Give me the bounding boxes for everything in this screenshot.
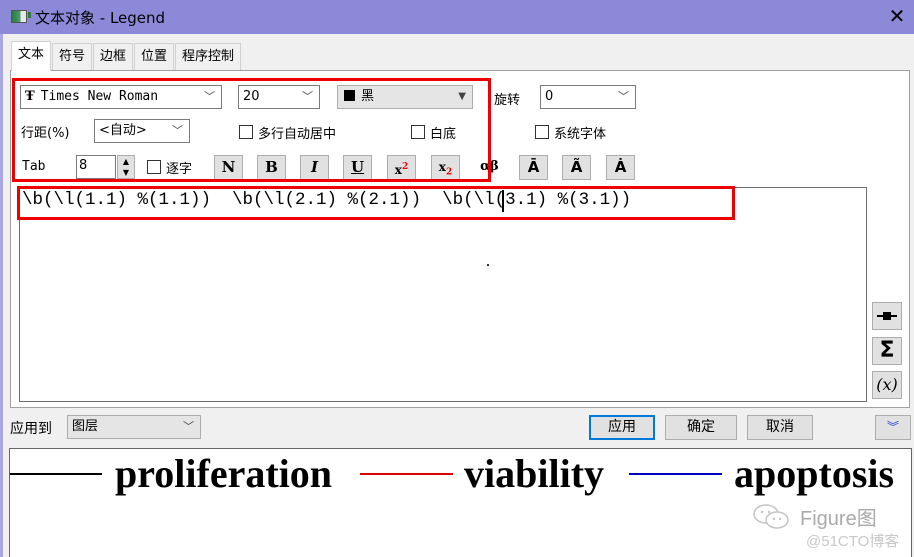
line-spacing-select[interactable]: <自动> ﹀	[94, 119, 190, 143]
window-title: 文本对象 - Legend	[35, 9, 166, 27]
close-icon[interactable]: ✕	[885, 4, 909, 28]
apply-button[interactable]: 应用	[589, 415, 655, 440]
superscript-base: x	[394, 163, 402, 177]
tab-symbol[interactable]: 符号	[52, 43, 93, 70]
text-editor[interactable]	[19, 187, 867, 402]
rotation-label: 旋转	[494, 93, 521, 108]
window-edge	[0, 34, 3, 557]
ok-button[interactable]: 确定	[665, 415, 737, 440]
insert-symbol-button[interactable]	[872, 302, 902, 330]
apply-to-select[interactable]: 图层 ﹀	[67, 415, 201, 439]
tab-size-value: 8	[79, 158, 88, 173]
tilde-accent-button[interactable]: Ã	[562, 155, 591, 180]
tab-position[interactable]: 位置	[134, 43, 175, 70]
rotation-value: 0	[545, 89, 554, 104]
color-value: 黑	[361, 89, 375, 104]
text-caret	[502, 190, 504, 212]
font-value: Times New Roman	[40, 89, 159, 104]
legend-symbol-icon	[877, 309, 897, 323]
legend-line-apoptosis	[629, 473, 722, 475]
per-char-label: 逐字	[166, 162, 193, 177]
apply-to-value: 图层	[72, 419, 99, 434]
legend-label-proliferation: proliferation	[115, 451, 333, 496]
tab-text[interactable]: 文本	[11, 41, 52, 71]
chevron-down-icon: ﹀	[183, 420, 194, 433]
line-spacing-label: 行距(%)	[21, 126, 70, 141]
legend-line-viability	[360, 473, 453, 475]
size-select[interactable]: 20 ﹀	[238, 85, 320, 109]
watermark-brand: Figure图	[800, 508, 877, 530]
chevron-down-icon: ﹀	[618, 90, 629, 103]
greek-button[interactable]: αβ	[475, 155, 504, 180]
tab-border[interactable]: 边框	[93, 43, 134, 70]
chevron-down-icon: ﹀	[172, 124, 183, 137]
tab-program-control[interactable]: 程序控制	[175, 43, 242, 70]
line-spacing-value: <自动>	[99, 123, 147, 138]
chevron-down-icon: ﹀	[204, 90, 215, 103]
superscript-button[interactable]: x2	[387, 155, 416, 180]
spin-down-icon[interactable]: ▼	[118, 167, 134, 178]
color-select[interactable]: 黑 ▼	[337, 85, 473, 109]
superscript-digit: 2	[401, 162, 409, 172]
per-char-checkbox[interactable]	[147, 160, 161, 174]
chevron-down-icon: ﹀	[302, 90, 313, 103]
subscript-button[interactable]: x2	[431, 155, 460, 180]
size-value: 20	[243, 89, 260, 104]
color-swatch	[344, 90, 355, 101]
legend-label-viability: viability	[464, 451, 605, 496]
tab-size-label: Tab	[22, 159, 46, 174]
sigma-button[interactable]: Σ	[872, 337, 902, 365]
subscript-base: x	[438, 160, 446, 174]
font-select[interactable]: Ŧ Times New Roman ﹀	[20, 85, 222, 109]
legend-label-apoptosis: apoptosis	[734, 451, 895, 496]
wechat-icon	[752, 503, 792, 531]
white-background-checkbox[interactable]	[411, 125, 425, 139]
double-chevron-down-icon: ︾	[886, 420, 899, 434]
dot-accent-button[interactable]: Ȧ	[606, 155, 635, 180]
apply-to-label: 应用到	[10, 421, 52, 437]
bar-accent-button[interactable]: Ā	[519, 155, 548, 180]
multiline-center-checkbox[interactable]	[239, 125, 253, 139]
tab-size-spinner[interactable]: ▲ ▼	[117, 155, 135, 179]
multiline-center-label: 多行自动居中	[258, 127, 337, 142]
system-font-checkbox[interactable]	[535, 125, 549, 139]
italic-button[interactable]: I	[300, 155, 329, 180]
system-font-label: 系统字体	[554, 127, 607, 142]
cancel-button[interactable]: 取消	[747, 415, 813, 440]
normal-button[interactable]: N	[214, 155, 243, 180]
editor-text: \b(\l(1.1) %(1.1)) \b(\l(2.1) %(2.1)) \b…	[22, 190, 631, 210]
stray-dot	[487, 264, 489, 266]
white-background-label: 白底	[430, 127, 457, 142]
app-window-icon	[11, 10, 31, 23]
editor-text-part-2: \b(\l(3.1) %(3.1))	[442, 190, 632, 210]
expand-button[interactable]: ︾	[875, 415, 911, 440]
underline-button[interactable]: U	[343, 155, 372, 180]
variable-button[interactable]: (x)	[872, 371, 902, 399]
watermark-source: @51CTO博客	[806, 533, 900, 550]
spin-up-icon[interactable]: ▲	[118, 156, 134, 167]
editor-text-part-1: \b(\l(1.1) %(1.1)) \b(\l(2.1) %(2.1))	[22, 190, 443, 210]
truetype-font-icon: Ŧ	[25, 89, 35, 104]
tab-size-input[interactable]: 8	[76, 155, 116, 179]
rotation-select[interactable]: 0 ﹀	[540, 85, 636, 109]
dropdown-arrow-icon: ▼	[458, 91, 466, 102]
bold-button[interactable]: B	[257, 155, 286, 180]
legend-line-proliferation	[10, 473, 102, 475]
subscript-digit: 2	[445, 167, 453, 178]
